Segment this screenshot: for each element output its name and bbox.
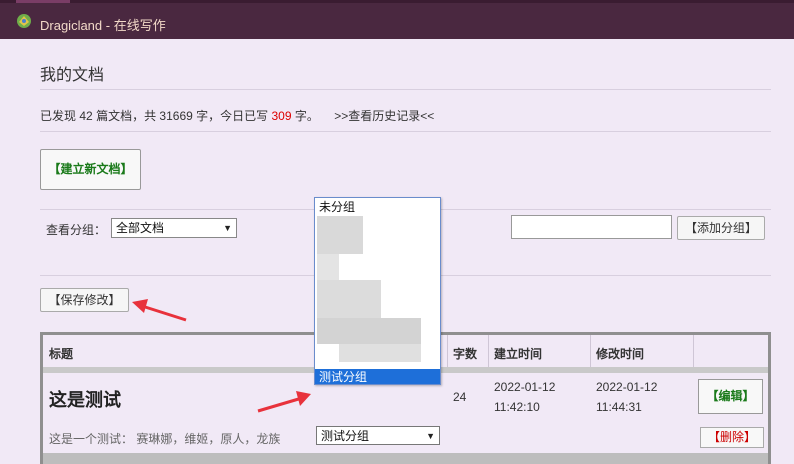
delete-document-button[interactable]: 【删除】 [700, 427, 764, 448]
stats-words-unit: 字，今日已写 [196, 109, 269, 123]
doc-count: 42 [79, 109, 93, 123]
window-title: Dragicland - 在线写作 [40, 18, 166, 33]
pixelated-region [339, 344, 421, 362]
divider [40, 131, 771, 132]
group-filter-label: 查看分组： [46, 223, 107, 237]
column-header-title: 标题 [49, 347, 74, 361]
column-separator [447, 335, 448, 367]
document-title[interactable]: 这是测试 [49, 386, 121, 412]
stats-today-unit: 字。 [294, 109, 319, 123]
pixelated-region [317, 280, 381, 318]
dropdown-option-ungrouped[interactable]: 未分组 [315, 199, 440, 215]
row-divider [43, 453, 768, 464]
title-bar-accent [16, 0, 70, 3]
created-date: 2022-01-12 [494, 380, 556, 394]
document-word-count: 24 [453, 390, 467, 404]
column-separator [590, 335, 591, 367]
stats-docs-unit: 篇文档，共 [96, 109, 157, 123]
pixelated-region [317, 254, 339, 280]
group-filter-value: 全部文档 [116, 221, 165, 235]
column-separator [693, 335, 694, 367]
chevron-down-icon: ▼ [223, 223, 232, 233]
today-count: 309 [271, 109, 292, 123]
column-header-words: 字数 [453, 347, 478, 361]
document-created: 2022-01-12 11:42:10 [494, 377, 555, 417]
edit-document-button[interactable]: 【编辑】 [698, 379, 763, 414]
dropdown-option-test-group[interactable]: 测试分组 [315, 369, 440, 384]
group-dropdown-list[interactable]: 未分组 测试分组 [314, 197, 441, 385]
page-title: 我的文档 [40, 67, 105, 84]
modified-time: 11:44:31 [596, 400, 642, 414]
group-filter-select[interactable]: 全部文档 ▼ [111, 218, 237, 238]
document-group-value: 测试分组 [321, 429, 370, 443]
column-header-created: 建立时间 [494, 347, 543, 361]
doc-stats: 已发现 42 篇文档，共 31669 字，今日已写 309 字。 >>查看历史记… [40, 107, 434, 124]
word-count: 31669 [159, 109, 193, 123]
chevron-down-icon: ▼ [426, 431, 435, 441]
created-time: 11:42:10 [494, 400, 540, 414]
title-bar: Dragicland - 在线写作 [0, 0, 794, 39]
new-document-button[interactable]: 【建立新文档】 [40, 149, 141, 190]
stats-prefix: 已发现 [40, 109, 77, 123]
document-description: 这是一个测试： 赛琳娜，维姬，原人，龙族 [49, 432, 281, 446]
document-modified: 2022-01-12 11:44:31 [596, 377, 657, 417]
pixelated-region [317, 318, 421, 344]
app-logo-icon [17, 14, 31, 28]
new-group-input[interactable] [511, 215, 672, 239]
add-group-button[interactable]: 【添加分组】 [677, 216, 765, 240]
column-header-modified: 修改时间 [596, 347, 645, 361]
history-link[interactable]: >>查看历史记录<< [334, 109, 434, 123]
modified-date: 2022-01-12 [596, 380, 658, 394]
column-separator [488, 335, 489, 367]
save-changes-button[interactable]: 【保存修改】 [40, 288, 129, 312]
divider [40, 89, 771, 90]
pixelated-region [317, 216, 363, 254]
document-group-select[interactable]: 测试分组 ▼ [316, 426, 440, 445]
